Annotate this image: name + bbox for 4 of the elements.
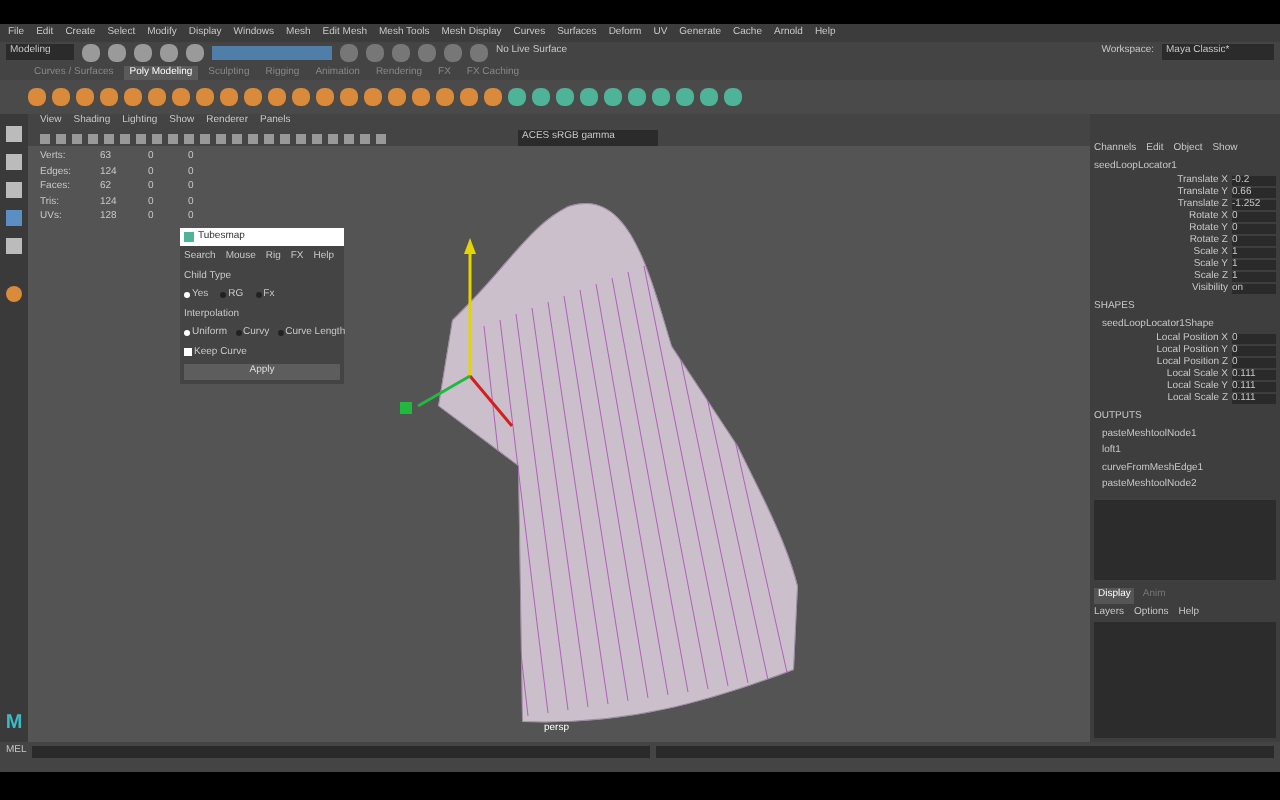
command-line-field[interactable] — [32, 745, 651, 757]
app-icon — [184, 232, 194, 242]
maya-logo: M — [5, 710, 23, 738]
input-field[interactable] — [212, 45, 332, 59]
